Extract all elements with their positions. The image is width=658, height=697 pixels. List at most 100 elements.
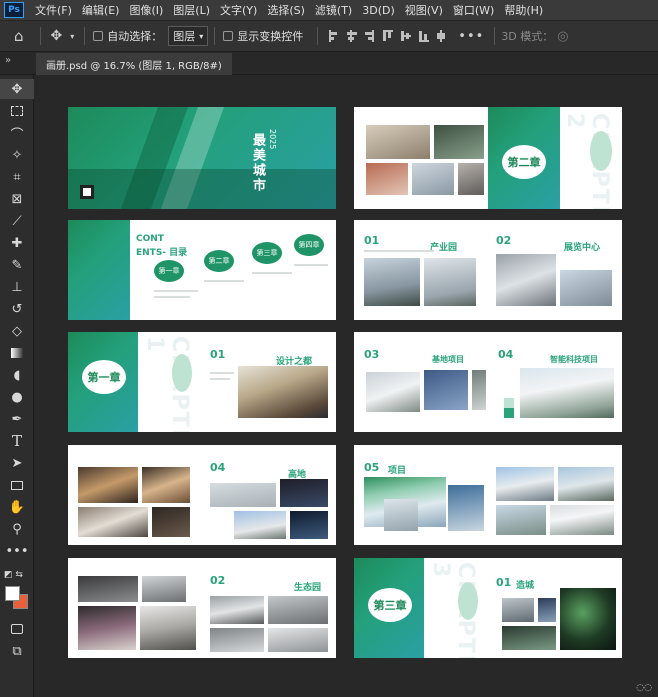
photo-tech — [520, 368, 614, 418]
photo-city-2 — [538, 598, 556, 622]
marquee-tool-icon[interactable] — [0, 101, 34, 121]
menu-edit[interactable]: 编辑(E) — [77, 2, 125, 18]
align-bottom-edges-icon[interactable] — [418, 30, 430, 42]
eyedropper-tool-icon[interactable]: ⟋ — [0, 211, 34, 231]
page-chapter-2: 第二章 CHAPTER 2 — [354, 107, 622, 209]
align-top-edges-icon[interactable] — [382, 30, 394, 42]
contents-line — [252, 272, 292, 274]
section-num: 04 — [498, 348, 514, 361]
menu-3d[interactable]: 3D(D) — [357, 4, 400, 17]
options-bar: ⌂ ✥ ▾ 自动选择： 图层 ▾ 显示变换控件 ••• 3D 模式： ◎ — [0, 20, 658, 52]
caption-line — [364, 250, 434, 252]
align-left-edges-icon[interactable] — [328, 30, 338, 42]
default-colors-icon[interactable]: ◩ ⇆ — [0, 565, 34, 585]
brush-tool-icon[interactable]: ✎ — [0, 255, 34, 275]
menu-file[interactable]: 文件(F) — [30, 2, 77, 18]
divider — [39, 27, 41, 45]
collapse-panel-icon[interactable]: » — [5, 55, 11, 66]
auto-select-checkbox[interactable] — [93, 31, 104, 41]
mini-bar-chart — [504, 398, 514, 418]
contents-title-1: CONT — [136, 234, 164, 244]
contents-item-4: 第四章 — [294, 234, 324, 256]
menu-image[interactable]: 图像(I) — [124, 2, 168, 18]
cover-year: 2025 — [268, 129, 277, 150]
page-eco: 02 生态园 — [68, 558, 336, 658]
section-title: 智能科技项目 — [550, 355, 598, 364]
section-title: 展览中心 — [564, 243, 601, 253]
history-brush-tool-icon[interactable]: ↺ — [0, 299, 34, 319]
photo-exhibition-2 — [560, 270, 612, 306]
document-tab[interactable]: 画册.psd @ 16.7% (图层 1, RGB/8#) — [36, 53, 232, 75]
menu-filter[interactable]: 滤镜(T) — [310, 2, 357, 18]
zoom-tool-icon[interactable]: ⚲ — [0, 519, 34, 539]
photo-design-capital — [238, 366, 328, 418]
chevron-down-icon: ▾ — [199, 31, 204, 41]
menu-layer[interactable]: 图层(L) — [168, 2, 215, 18]
photo-interior-1 — [78, 467, 138, 503]
frame-tool-icon[interactable]: ⊠ — [0, 189, 34, 209]
show-transform-checkbox[interactable] — [223, 31, 234, 41]
align-right-edges-icon[interactable] — [364, 30, 375, 42]
chapter-3-heading: 第三章 — [373, 599, 407, 612]
photo-eco-7 — [210, 628, 264, 652]
blur-tool-icon[interactable]: ◖ — [0, 365, 34, 385]
align-horizontal-centers-icon[interactable] — [346, 30, 358, 42]
more-options-icon[interactable]: ••• — [458, 29, 484, 44]
move-tool-icon[interactable]: ✥ — [0, 79, 34, 99]
3d-orbit-icon[interactable]: ◎ — [557, 29, 568, 44]
menu-window[interactable]: 窗口(W) — [448, 2, 499, 18]
move-tool-icon[interactable]: ✥ — [51, 28, 63, 44]
photo-exhibition-1 — [496, 254, 556, 306]
contents-item-1: 第一章 — [154, 260, 184, 282]
section-title: 造城 — [516, 581, 535, 591]
contents-item-3: 第三章 — [252, 242, 282, 264]
menu-select[interactable]: 选择(S) — [262, 2, 310, 18]
document-tab-bar: » 画册.psd @ 16.7% (图层 1, RGB/8#) — [0, 53, 658, 75]
photo-lounge — [366, 163, 408, 195]
contents-line — [154, 290, 198, 292]
screen-mode-icon[interactable]: ⧉ — [0, 641, 34, 661]
layer-select[interactable]: 图层 ▾ — [168, 26, 209, 46]
menu-type[interactable]: 文字(Y) — [215, 2, 262, 18]
caption-line — [210, 372, 234, 374]
photo-office — [434, 125, 484, 159]
rectangle-tool-icon[interactable] — [0, 475, 34, 495]
distribute-icon[interactable] — [436, 30, 446, 42]
menu-bar: Ps 文件(F) 编辑(E) 图像(I) 图层(L) 文字(Y) 选择(S) 滤… — [0, 0, 658, 20]
photo-interior-2 — [142, 467, 190, 503]
chevron-down-icon[interactable]: ▾ — [70, 32, 74, 41]
section-num: 03 — [364, 348, 380, 361]
foreground-color-swatch[interactable] — [5, 586, 20, 601]
dodge-tool-icon[interactable]: ● — [0, 387, 34, 407]
document-canvas[interactable]: 最美城市 2025 第二章 CHAPTER 2 CONT ENTS- 目录 第一… — [34, 76, 658, 697]
photo-interior-3 — [78, 507, 148, 537]
tools-panel: ✥ ⌒ ✧ ⌗ ⊠ ⟋ ✚ ✎ ⊥ ↺ ◇ ◖ ● ✒ T ➤ ✋ ⚲ ••• … — [0, 75, 34, 697]
photo-city-1 — [502, 598, 534, 622]
photo-city-3 — [502, 626, 556, 650]
photo-eco-1 — [78, 576, 138, 602]
home-icon[interactable]: ⌂ — [14, 27, 24, 45]
path-selection-tool-icon[interactable]: ➤ — [0, 453, 34, 473]
edit-toolbar-icon[interactable]: ••• — [0, 541, 34, 561]
lasso-tool-icon[interactable]: ⌒ — [0, 123, 34, 143]
menu-view[interactable]: 视图(V) — [400, 2, 448, 18]
divider — [317, 27, 319, 45]
align-vertical-centers-icon[interactable] — [400, 30, 412, 42]
magic-wand-tool-icon[interactable]: ✧ — [0, 145, 34, 165]
crop-tool-icon[interactable]: ⌗ — [0, 167, 34, 187]
pen-tool-icon[interactable]: ✒ — [0, 409, 34, 429]
quick-mask-icon[interactable] — [0, 619, 34, 639]
healing-brush-tool-icon[interactable]: ✚ — [0, 233, 34, 253]
eraser-tool-icon[interactable]: ◇ — [0, 321, 34, 341]
gradient-tool-icon[interactable] — [0, 343, 34, 363]
menu-help[interactable]: 帮助(H) — [499, 2, 548, 18]
photo-base-2 — [424, 370, 468, 410]
photo-base-3 — [472, 370, 486, 410]
section-num: 01 — [210, 348, 226, 361]
hand-tool-icon[interactable]: ✋ — [0, 497, 34, 517]
photo-eco-3 — [78, 606, 136, 650]
decorative-blur — [590, 131, 612, 171]
type-tool-icon[interactable]: T — [0, 431, 34, 451]
clone-stamp-tool-icon[interactable]: ⊥ — [0, 277, 34, 297]
3d-mode-label: 3D 模式： — [501, 30, 554, 43]
